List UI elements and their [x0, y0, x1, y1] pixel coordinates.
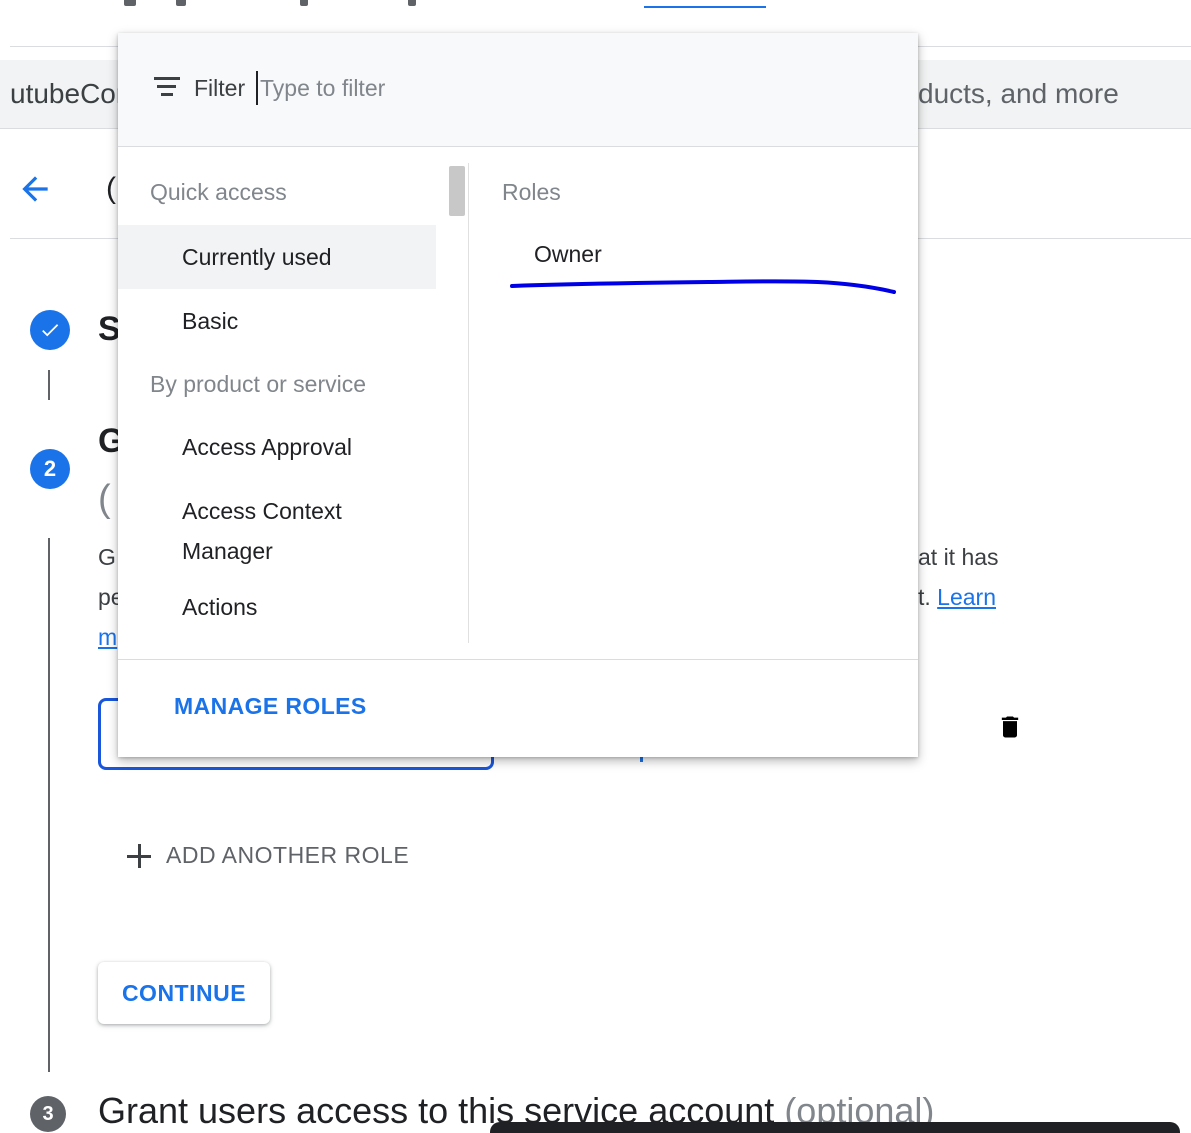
filter-input[interactable] [256, 71, 560, 105]
plus-icon [126, 843, 152, 869]
category-access-context-manager[interactable]: Access Context Manager [118, 491, 436, 571]
step-complete-check-icon [30, 310, 70, 350]
top-link-underline [644, 6, 766, 8]
continue-button[interactable]: CONTINUE [98, 962, 270, 1024]
footer-divider [118, 659, 918, 660]
description-fragment: t. Learn [918, 584, 996, 611]
search-placeholder-fragment[interactable]: ducts, and more [918, 78, 1119, 110]
top-cutoff-content [0, 0, 1191, 14]
step-connector [48, 370, 50, 400]
category-basic[interactable]: Basic [118, 289, 436, 353]
filter-list-icon [154, 77, 182, 97]
description-fragment: G [98, 544, 116, 570]
add-another-role-label: ADD ANOTHER ROLE [166, 842, 410, 868]
roles-header: Roles [502, 179, 561, 205]
manage-roles-button[interactable]: MANAGE ROLES [174, 693, 367, 720]
category-actions[interactable]: Actions [118, 575, 436, 639]
bottom-overlay-bar [490, 1122, 1180, 1133]
description-fragment-text: t. [918, 584, 931, 610]
step-connector [48, 538, 50, 1072]
role-picker-dropdown: Filter Quick access Currently used Basic… [118, 33, 918, 757]
back-arrow-icon[interactable] [16, 170, 54, 208]
category-scrollbar[interactable] [448, 163, 466, 643]
filter-label: Filter [194, 75, 246, 101]
description-fragment: at it has [918, 544, 999, 570]
step2-number-badge: 2 [30, 449, 70, 489]
step3-number-badge: 3 [30, 1096, 66, 1132]
step2-paren-fragment: ( [98, 478, 111, 520]
category-access-approval[interactable]: Access Approval [118, 415, 436, 479]
column-divider [468, 163, 469, 643]
delete-role-icon[interactable] [996, 710, 1024, 744]
filter-bar: Filter [118, 33, 918, 147]
learn-more-link-fragment[interactable]: m [98, 624, 117, 651]
scrollbar-thumb[interactable] [449, 166, 465, 216]
page-title-fragment: ( [106, 172, 116, 205]
section-by-product: By product or service [150, 371, 367, 397]
learn-more-link[interactable]: Learn [937, 584, 996, 610]
section-quick-access: Quick access [150, 179, 287, 205]
role-owner[interactable]: Owner [534, 241, 602, 268]
add-another-role-button[interactable]: ADD ANOTHER ROLE [126, 842, 409, 869]
hand-drawn-underline-annotation [510, 279, 896, 294]
category-list: Quick access Currently used Basic By pro… [118, 163, 438, 643]
category-currently-used[interactable]: Currently used [118, 225, 436, 289]
project-name-fragment[interactable]: utubeCor [10, 78, 125, 110]
console-page: utubeCor ducts, and more ( S 2 G ( G at … [0, 0, 1191, 1133]
